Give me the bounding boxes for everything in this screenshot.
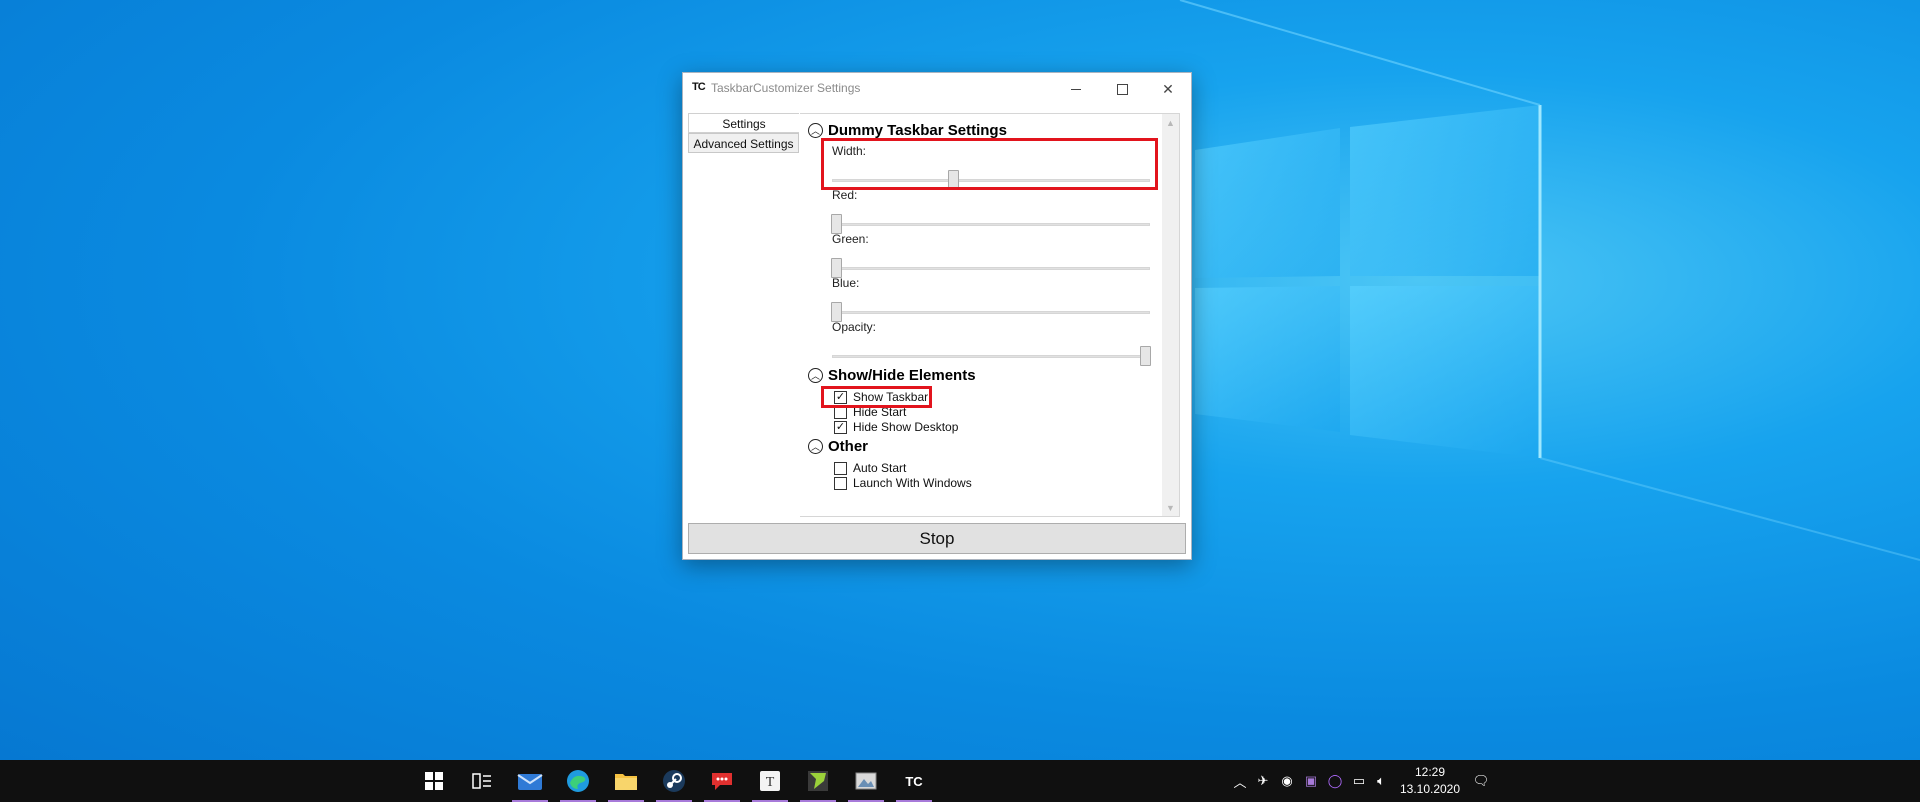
green-label: Green: xyxy=(832,232,869,246)
section-title-dummy: Dummy Taskbar Settings xyxy=(828,122,1007,139)
close-button[interactable]: ✕ xyxy=(1145,73,1191,105)
action-center-icon[interactable]: 🗨︎ xyxy=(1470,760,1492,802)
checkbox-box[interactable] xyxy=(834,476,847,490)
tab-advanced-settings[interactable]: Advanced Settings xyxy=(688,133,799,153)
stop-button[interactable]: Stop xyxy=(688,523,1186,554)
blue-slider-thumb[interactable] xyxy=(831,302,842,322)
opacity-slider-thumb[interactable] xyxy=(1140,346,1151,366)
green-slider-track[interactable] xyxy=(832,267,1150,270)
maximize-button[interactable] xyxy=(1099,73,1145,105)
checkbox-label: Auto Start xyxy=(853,461,907,475)
show-hidden-icons-icon[interactable]: ︿ xyxy=(1230,760,1250,802)
collapse-icon[interactable]: ︿ xyxy=(808,368,823,383)
section-other: ︿ Other xyxy=(808,438,868,455)
collapse-icon[interactable]: ︿ xyxy=(808,439,823,454)
minimize-button[interactable] xyxy=(1053,73,1099,105)
highlight-box-show-taskbar xyxy=(821,386,932,408)
green-slider-thumb[interactable] xyxy=(831,258,842,278)
volume-icon[interactable]: 🔈︎ xyxy=(1370,760,1392,802)
clock-date: 13.10.2020 xyxy=(1399,782,1461,796)
launch-with-windows-checkbox[interactable]: Launch With Windows xyxy=(834,476,972,490)
app-tray-icon[interactable]: ▣ xyxy=(1300,760,1322,802)
clock[interactable]: 12:29 13.10.2020 xyxy=(1390,764,1470,798)
airplane-icon[interactable]: ✈ xyxy=(1252,760,1274,802)
tab-settings[interactable]: Settings xyxy=(688,113,799,133)
app-icon: TC xyxy=(692,81,706,93)
windows-taskbar: T TC ︿ ✈ ◉ ▣ ◯ ▭ 🔈︎ 12:29 13.10.2020 🗨︎ xyxy=(0,760,1920,802)
file-explorer-icon[interactable] xyxy=(602,760,650,802)
chat-icon[interactable] xyxy=(698,760,746,802)
checkbox-box[interactable] xyxy=(834,461,847,475)
red-label: Red: xyxy=(832,188,858,202)
clock-time: 12:29 xyxy=(1414,765,1446,779)
opacity-label: Opacity: xyxy=(832,320,877,334)
photos-icon[interactable] xyxy=(842,760,890,802)
checkbox-label: Hide Show Desktop xyxy=(853,420,959,434)
typora-icon[interactable]: T xyxy=(746,760,794,802)
cortana-tray-icon[interactable]: ◯ xyxy=(1324,760,1346,802)
notepadpp-icon[interactable] xyxy=(794,760,842,802)
auto-start-checkbox[interactable]: Auto Start xyxy=(834,461,906,475)
close-icon: ✕ xyxy=(1162,80,1174,97)
settings-window: TC TaskbarCustomizer Settings ✕ Settings… xyxy=(682,72,1192,560)
section-show-hide: ︿ Show/Hide Elements xyxy=(808,367,976,384)
checkbox-box[interactable]: ✓ xyxy=(834,420,847,434)
title-bar[interactable]: TC TaskbarCustomizer Settings ✕ xyxy=(683,73,1191,105)
tc-label: TC xyxy=(905,773,923,789)
steam-tray-icon[interactable]: ◉ xyxy=(1276,760,1298,802)
scroll-down-icon[interactable]: ▼ xyxy=(1162,499,1179,516)
mail-icon[interactable] xyxy=(506,760,554,802)
window-title: TaskbarCustomizer Settings xyxy=(711,81,861,95)
network-icon[interactable]: ▭ xyxy=(1348,760,1370,802)
maximize-icon xyxy=(1116,83,1128,95)
taskbarcustomizer-icon[interactable]: TC xyxy=(890,760,938,802)
checkbox-label: Launch With Windows xyxy=(853,476,972,490)
task-view-icon[interactable] xyxy=(458,760,506,802)
blue-label: Blue: xyxy=(832,276,860,290)
settings-panel: ︿ Dummy Taskbar Settings Width: Red: Gre… xyxy=(800,113,1180,517)
red-slider-track[interactable] xyxy=(832,223,1150,226)
minimize-icon xyxy=(1071,88,1081,90)
section-title-other: Other xyxy=(828,438,869,455)
steam-icon[interactable] xyxy=(650,760,698,802)
edge-icon[interactable] xyxy=(554,760,602,802)
opacity-slider-track[interactable] xyxy=(832,355,1150,358)
hide-show-desktop-checkbox[interactable]: ✓ Hide Show Desktop xyxy=(834,420,958,434)
vertical-scrollbar[interactable]: ▲ ▼ xyxy=(1162,114,1179,516)
red-slider-thumb[interactable] xyxy=(831,214,842,234)
highlight-box-width xyxy=(821,138,1158,190)
section-dummy-taskbar: ︿ Dummy Taskbar Settings xyxy=(808,122,1007,139)
blue-slider-track[interactable] xyxy=(832,311,1150,314)
scroll-up-icon[interactable]: ▲ xyxy=(1162,114,1179,131)
section-title-showhide: Show/Hide Elements xyxy=(828,367,976,384)
collapse-icon[interactable]: ︿ xyxy=(808,123,823,138)
svg-text:T: T xyxy=(766,775,775,790)
start-icon[interactable] xyxy=(410,760,458,802)
